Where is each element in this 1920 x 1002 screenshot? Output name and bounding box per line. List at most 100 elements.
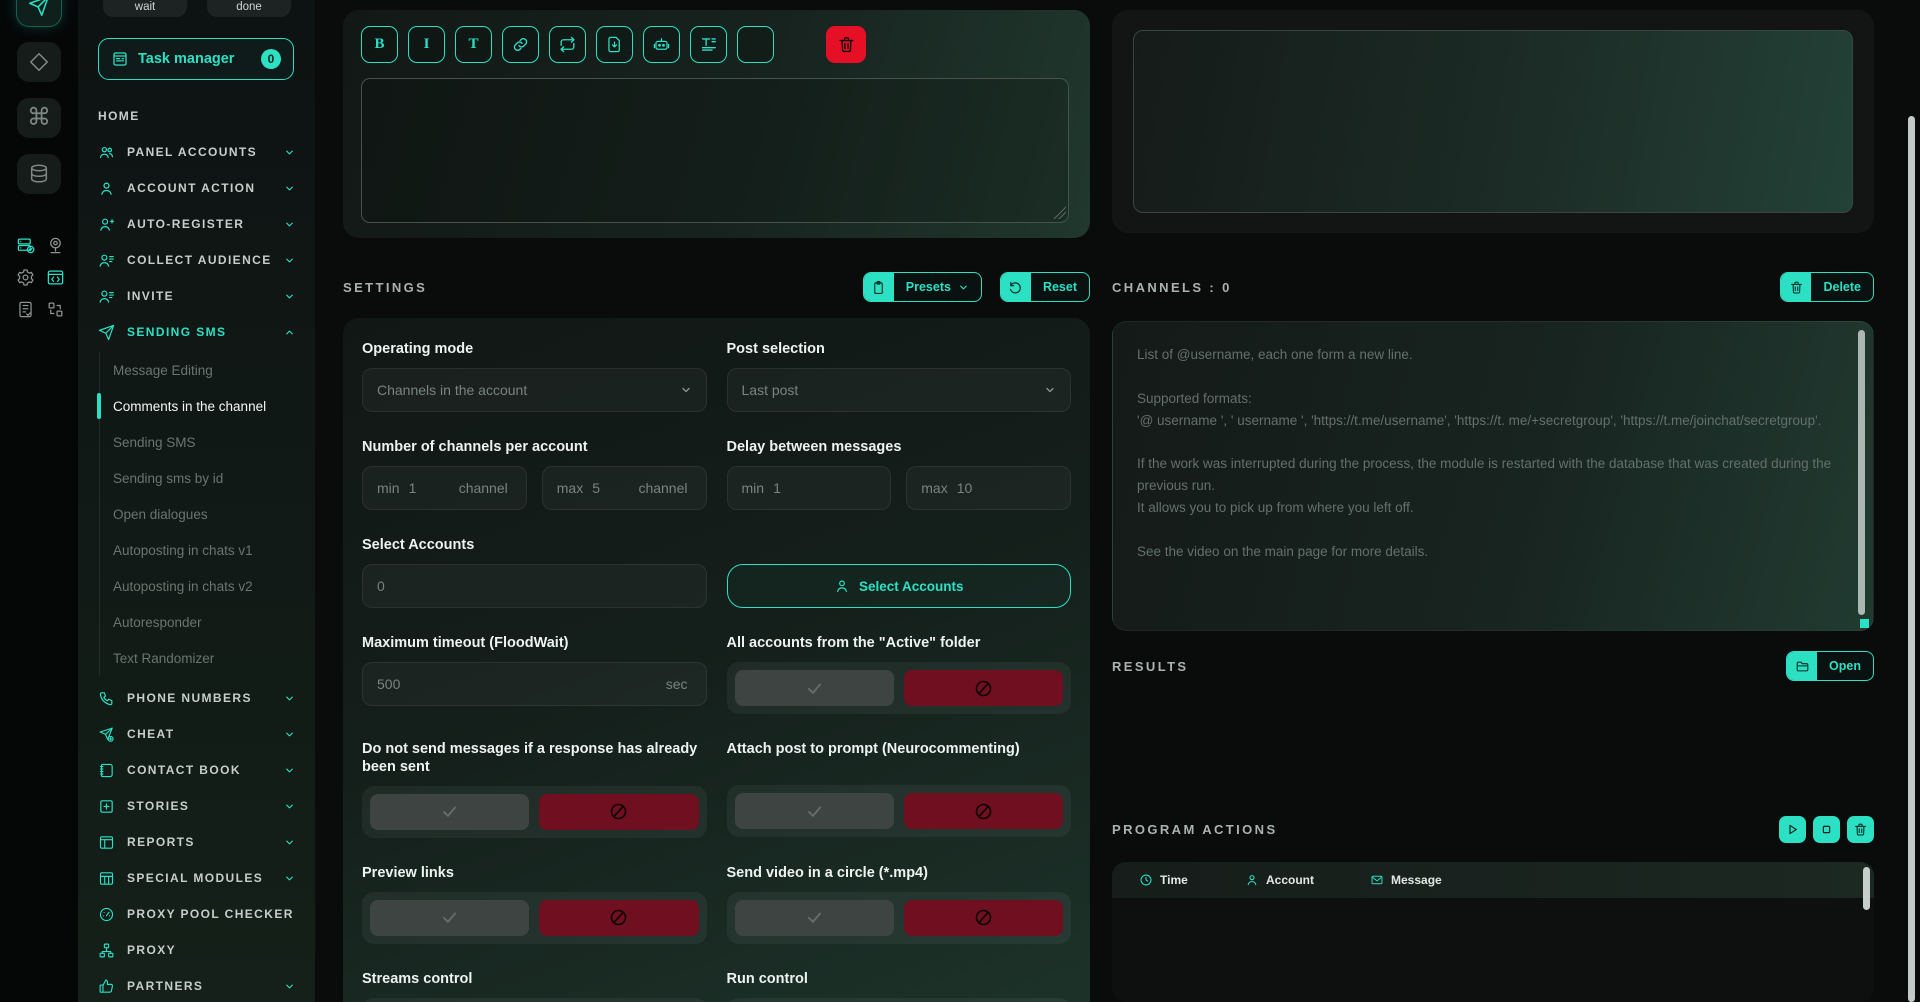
chevron-down-icon bbox=[1044, 384, 1056, 396]
start-button[interactable] bbox=[1779, 816, 1806, 843]
submenu-item-open-dialogues[interactable]: Open dialogues bbox=[100, 496, 315, 532]
sidebar-item-panel-accounts[interactable]: PANEL ACCOUNTS bbox=[78, 134, 315, 170]
queue-tabs: wait done bbox=[103, 0, 291, 17]
delay-max-input[interactable]: max 10 bbox=[906, 466, 1071, 510]
submenu-item-autoposting-in-chats-v2[interactable]: Autoposting in chats v2 bbox=[100, 568, 315, 604]
delete-channels-button[interactable]: Delete bbox=[1780, 272, 1874, 302]
rail-webcam-button[interactable] bbox=[46, 236, 65, 255]
sidebar-item-phone-numbers[interactable]: PHONE NUMBERS bbox=[78, 680, 315, 716]
delete-message-button[interactable] bbox=[826, 26, 866, 63]
forbid-icon bbox=[973, 907, 994, 928]
note-icon bbox=[16, 300, 35, 319]
prompt-input[interactable] bbox=[1133, 30, 1853, 213]
repost-button[interactable] bbox=[549, 26, 586, 63]
sidebar-item-reports[interactable]: REPORTS bbox=[78, 824, 315, 860]
table-scrollbar[interactable] bbox=[1863, 867, 1870, 910]
accounts-count-input[interactable]: 0 bbox=[362, 564, 707, 608]
sidebar-item-sending-sms[interactable]: SENDING SMS bbox=[78, 314, 315, 350]
sidebar: wait done Task manager 0 HOMEPANEL ACCOU… bbox=[78, 0, 315, 1002]
stop-button[interactable] bbox=[1813, 816, 1840, 843]
toggle-accept-button[interactable] bbox=[735, 670, 894, 706]
network-icon bbox=[98, 942, 115, 959]
check-icon bbox=[805, 802, 824, 821]
reset-button[interactable]: Reset bbox=[1000, 272, 1090, 302]
toggle-accept-button[interactable] bbox=[735, 900, 894, 936]
task-manager-button[interactable]: Task manager 0 bbox=[98, 38, 294, 80]
sidebar-item-invite[interactable]: INVITE bbox=[78, 278, 315, 314]
bot-button[interactable] bbox=[643, 26, 680, 63]
submenu-item-comments-in-the-channel[interactable]: Comments in the channel bbox=[100, 388, 315, 424]
operating-mode-select[interactable]: Channels in the account bbox=[362, 368, 707, 412]
submenu-item-message-editing[interactable]: Message Editing bbox=[100, 352, 315, 388]
delay-min-input[interactable]: min 1 bbox=[727, 466, 892, 510]
italic-icon: I bbox=[424, 36, 430, 53]
channels-min-input[interactable]: min 1 channel bbox=[362, 466, 527, 510]
toggle-accept-button[interactable] bbox=[370, 900, 529, 936]
link-button[interactable] bbox=[502, 26, 539, 63]
rail-database-button[interactable] bbox=[17, 154, 61, 194]
toggle-forbid-button[interactable] bbox=[904, 670, 1063, 706]
sidebar-item-contact-book[interactable]: CONTACT BOOK bbox=[78, 752, 315, 788]
sidebar-item-stories[interactable]: STORIES bbox=[78, 788, 315, 824]
channels-list-input[interactable] bbox=[1112, 321, 1874, 631]
rail-gear-button[interactable] bbox=[16, 268, 35, 287]
channels-max-input[interactable]: max 5 channel bbox=[542, 466, 707, 510]
sidebar-item-collect-audience[interactable]: COLLECT AUDIENCE bbox=[78, 242, 315, 278]
rail-diamond-button[interactable] bbox=[17, 42, 61, 82]
bold-button[interactable]: B bbox=[361, 26, 398, 63]
rail-note-button[interactable] bbox=[16, 300, 35, 319]
channels-scrollbar[interactable] bbox=[1858, 330, 1865, 615]
file-attach-button[interactable] bbox=[596, 26, 633, 63]
tab-done[interactable]: done bbox=[207, 0, 291, 17]
user-icon bbox=[834, 578, 850, 594]
post-selection-select[interactable]: Last post bbox=[727, 368, 1072, 412]
rail-server-check-button[interactable] bbox=[16, 236, 35, 255]
toggle-accept-button[interactable] bbox=[735, 793, 894, 829]
open-results-button[interactable]: Open bbox=[1786, 651, 1874, 681]
channels-resize-handle[interactable] bbox=[1860, 619, 1869, 628]
sidebar-item-home[interactable]: HOME bbox=[78, 98, 315, 134]
toggle-forbid-button[interactable] bbox=[539, 794, 698, 830]
field-toggle-attach-post: Attach post to prompt (Neurocommenting) bbox=[727, 741, 1072, 837]
channels-list-wrap bbox=[1112, 321, 1874, 631]
clear-log-button[interactable] bbox=[1847, 816, 1874, 843]
settings-header: SETTINGS Presets Reset bbox=[343, 270, 1090, 304]
toggle-accept-button[interactable] bbox=[370, 794, 529, 830]
message-input[interactable] bbox=[361, 78, 1069, 223]
sidebar-item-account-action[interactable]: ACCOUNT ACTION bbox=[78, 170, 315, 206]
rail-command-button[interactable]: ⌘ bbox=[17, 98, 61, 138]
italic-button[interactable]: I bbox=[408, 26, 445, 63]
textarea-resize-handle[interactable] bbox=[1053, 206, 1066, 219]
tab-wait[interactable]: wait bbox=[103, 0, 187, 17]
submenu-item-autoposting-in-chats-v1[interactable]: Autoposting in chats v1 bbox=[100, 532, 315, 568]
webcam-icon bbox=[46, 236, 65, 255]
sidebar-item-cheat[interactable]: CHEAT bbox=[78, 716, 315, 752]
timeout-input[interactable]: 500 sec bbox=[362, 662, 707, 706]
submenu-item-text-randomizer[interactable]: Text Randomizer bbox=[100, 640, 315, 676]
rail-code-window-button[interactable] bbox=[46, 268, 65, 287]
submenu-item-sending-sms[interactable]: Sending SMS bbox=[100, 424, 315, 460]
rail-swap-windows-button[interactable] bbox=[46, 300, 65, 319]
user-list-icon bbox=[98, 288, 115, 305]
toggle-forbid-button[interactable] bbox=[539, 900, 698, 936]
sidebar-item-proxy[interactable]: PROXY bbox=[78, 932, 315, 968]
rail-send-button[interactable] bbox=[17, 0, 61, 26]
sidebar-item-auto-register[interactable]: AUTO-REGISTER bbox=[78, 206, 315, 242]
sidebar-item-special-modules[interactable]: SPECIAL MODULES bbox=[78, 860, 315, 896]
submenu-item-autoresponder[interactable]: Autoresponder bbox=[100, 604, 315, 640]
page-scrollbar[interactable] bbox=[1908, 116, 1915, 1002]
submenu-item-sending-sms-by-id[interactable]: Sending sms by id bbox=[100, 460, 315, 496]
toggle-forbid-button[interactable] bbox=[904, 793, 1063, 829]
presets-button[interactable]: Presets bbox=[863, 272, 982, 302]
text-template-button[interactable] bbox=[690, 26, 727, 63]
chevron-icon bbox=[284, 291, 295, 302]
select-accounts-button[interactable]: Select Accounts bbox=[727, 564, 1072, 608]
send-plus-icon bbox=[98, 726, 115, 743]
toggle-forbid-button[interactable] bbox=[904, 900, 1063, 936]
account-insert-button[interactable] bbox=[737, 26, 774, 63]
text-format-button[interactable]: T bbox=[455, 26, 492, 63]
program-actions-header: PROGRAM ACTIONS bbox=[1112, 812, 1874, 846]
sidebar-item-partners[interactable]: PARTNERS bbox=[78, 968, 315, 1002]
user-icon bbox=[1245, 873, 1259, 887]
sidebar-item-proxy-pool-checker[interactable]: PROXY POOL CHECKER bbox=[78, 896, 315, 932]
